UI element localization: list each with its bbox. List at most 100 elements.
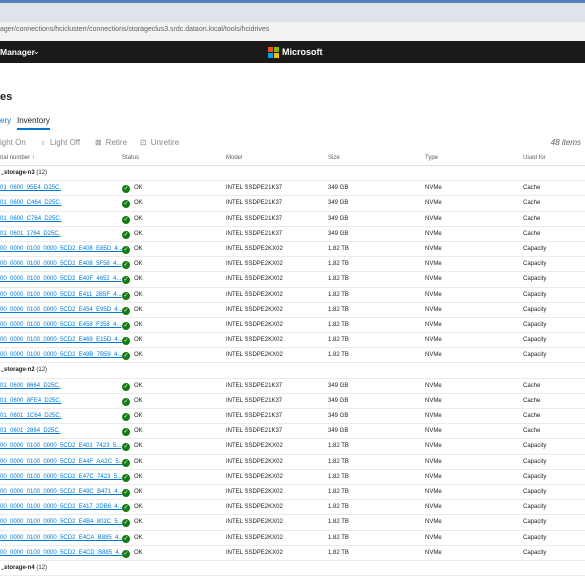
ok-check-icon: ✓: [122, 185, 130, 194]
serial-link[interactable]: 00_0000_0100_0000_5CD2_E408_E85D_4...: [0, 246, 123, 252]
used-for-cell: Capacity: [523, 534, 547, 541]
model-cell: INTEL SSDPE2KX02: [226, 352, 283, 359]
serial-link[interactable]: 00_0000_0100_0000_5CD2_E408_5F58_4...: [0, 261, 121, 267]
col-usedfor-header[interactable]: Used for: [523, 155, 546, 161]
size-cell: 1.82 TB: [328, 352, 349, 359]
serial-link[interactable]: 01_0600_C464_D25C.: [0, 200, 61, 206]
drives-table: ⌄ storage-n3 (12) 01_0600_95E4_D25C. ✓ OK IN…: [0, 166, 585, 577]
size-cell: 1.82 TB: [328, 443, 349, 450]
chevron-down-icon[interactable]: ⌄: [33, 47, 40, 56]
table-row[interactable]: 01_0601_2864_D25C. ✓ OK INTEL SSDPE21K37 349…: [0, 424, 585, 440]
browser-accent: [0, 0, 585, 3]
ok-check-icon: ✓: [122, 397, 130, 406]
serial-link[interactable]: 00_0000_0100_0000_5CD2_E4CA_B885_4...: [0, 535, 123, 541]
tab-inventory[interactable]: Inventory: [17, 116, 50, 130]
table-row[interactable]: 01_0600_8664_D25C. ✓ OK INTEL SSDPE21K37 349…: [0, 379, 585, 394]
table-row[interactable]: 00_0000_0100_0000_5CD2_E408_E85D_4... ✓ OK…: [0, 242, 585, 258]
table-row[interactable]: 00_0000_0100_0000_5CD2_E417_2DB6_4... ✓ OK…: [0, 500, 585, 516]
brand-text: Microsoft: [282, 47, 323, 57]
serial-link[interactable]: 01_0601_1C64_D25C.: [0, 413, 61, 419]
serial-link[interactable]: 00_0000_0100_0000_5CD2_E454_E95D_4...: [0, 307, 123, 313]
col-serial-header[interactable]: rial number ↑: [0, 155, 35, 161]
unretire-button[interactable]: ⊡ Unretire: [140, 138, 179, 147]
table-row[interactable]: 00_0000_0100_0000_5CD2_E44F_AA2C_5... ✓ OK…: [0, 455, 585, 470]
group-header[interactable]: ⌄ storage-n2 (12): [0, 363, 585, 379]
group-header[interactable]: ⌄ storage-n4 (12): [0, 561, 585, 577]
status-text: OK: [134, 428, 143, 435]
col-status-header[interactable]: Status: [122, 155, 139, 161]
table-row[interactable]: 01_0600_C464_D25C. ✓ OK INTEL SSDPE21K37 349…: [0, 196, 585, 212]
table-row[interactable]: 00_0000_0100_0000_5CD2_E408_5F58_4... ✓ OK…: [0, 257, 585, 273]
table-row[interactable]: 01_0600_95E4_D25C. ✓ OK INTEL SSDPE21K37 349…: [0, 181, 585, 197]
light-off-button[interactable]: ♁ Light Off: [40, 138, 80, 147]
used-for-cell: Cache: [523, 397, 541, 404]
model-cell: INTEL SSDPE2KX02: [226, 245, 283, 252]
model-cell: INTEL SSDPE2KX02: [226, 306, 283, 313]
table-row[interactable]: 00_0000_0100_0000_5CD2_E4B4_802C_5... ✓ OK…: [0, 515, 585, 531]
table-row[interactable]: 00_0000_0100_0000_5CD2_E47C_7423_5... ✓ OK…: [0, 470, 585, 485]
table-row[interactable]: 00_0000_0100_0000_5CD2_E49B_7B59_4... ✓ OK…: [0, 348, 585, 364]
serial-link[interactable]: 00_0000_0100_0000_5CD2_E44F_AA2C_5...: [0, 459, 124, 465]
table-row[interactable]: 00_0000_0100_0000_5CD2_E458_F358_4... ✓ OK…: [0, 318, 585, 334]
serial-link[interactable]: 01_0600_C764_D25C.: [0, 216, 61, 222]
serial-link[interactable]: 00_0000_0100_0000_5CD2_E417_2DB6_4...: [0, 504, 123, 510]
table-row[interactable]: 00_0000_0100_0000_5CD2_E4CA_B885_4... ✓ OK…: [0, 531, 585, 546]
status-text: OK: [134, 534, 143, 541]
app-header: Manager ⌄ Microsoft: [0, 41, 585, 63]
serial-link[interactable]: 00_0000_0100_0000_5CD2_E4B4_802C_5...: [0, 519, 123, 525]
retire-button[interactable]: ⊠ Retire: [95, 138, 127, 147]
light-on-button[interactable]: ight On: [0, 138, 26, 147]
serial-link[interactable]: 00_0000_0100_0000_5CD2_E401_7423_5...: [0, 443, 121, 449]
table-row[interactable]: 00_0000_0100_0000_5CD2_E411_2B5F_4... ✓ OK…: [0, 288, 585, 303]
serial-link[interactable]: 01_0600_8FE4_D25C.: [0, 398, 61, 404]
app-name[interactable]: Manager: [0, 47, 35, 57]
size-cell: 1.82 TB: [328, 488, 349, 495]
type-cell: NVMe: [425, 504, 442, 511]
serial-link[interactable]: 00_0000_0100_0000_5CD2_E458_F358_4...: [0, 322, 121, 328]
table-row[interactable]: 01_0601_1764_D25C. ✓ OK INTEL SSDPE21K37 349…: [0, 227, 585, 242]
status-text: OK: [134, 382, 143, 389]
serial-link[interactable]: 00_0000_0100_0000_5CD2_E47C_7423_5...: [0, 474, 122, 480]
status-text: OK: [134, 200, 143, 207]
col-size-header[interactable]: Size: [328, 155, 340, 161]
address-url[interactable]: ager/connections/hciclusterr/connections…: [0, 26, 269, 33]
tab-drives[interactable]: ery: [0, 116, 11, 125]
serial-link[interactable]: 01_0600_8664_D25C.: [0, 383, 60, 389]
model-cell: INTEL SSDPE2KX02: [226, 276, 283, 283]
serial-link[interactable]: 00_0000_0100_0000_5CD2_E40F_4652_4...: [0, 276, 121, 282]
ok-check-icon: ✓: [122, 200, 130, 209]
serial-link[interactable]: 01_0600_95E4_D25C.: [0, 185, 61, 191]
table-row[interactable]: 00_0000_0100_0000_5CD2_E454_E95D_4... ✓ OK…: [0, 303, 585, 318]
col-model-header[interactable]: Model: [226, 155, 242, 161]
ok-check-icon: ✓: [122, 382, 130, 391]
table-row[interactable]: 01_0600_8FE4_D25C. ✓ OK INTEL SSDPE21K37 349…: [0, 394, 585, 409]
table-row[interactable]: 01_0600_C764_D25C. ✓ OK INTEL SSDPE21K37 349…: [0, 212, 585, 227]
serial-link[interactable]: 00_0000_0100_0000_5CD2_E49C_B471_4...: [0, 489, 123, 495]
item-count: 48 items: [550, 138, 581, 147]
group-count: (12): [36, 564, 48, 571]
table-row[interactable]: 00_0000_0100_0000_5CD2_E49C_B471_4... ✓ OK…: [0, 485, 585, 501]
ok-check-icon: ✓: [122, 504, 130, 513]
type-cell: NVMe: [425, 230, 442, 237]
table-row[interactable]: 00_0000_0100_0000_5CD2_E4CD_B885_4... ✓ OK…: [0, 546, 585, 561]
lightbulb-icon: ♁: [40, 138, 46, 147]
table-row[interactable]: 01_0601_1C64_D25C. ✓ OK INTEL SSDPE21K37 349…: [0, 409, 585, 425]
table-row[interactable]: 00_0000_0100_0000_5CD2_E401_7423_5... ✓ OK…: [0, 439, 585, 455]
table-row[interactable]: 00_0000_0100_0000_5CD2_E469_E15D_4... ✓ OK…: [0, 333, 585, 349]
address-bar[interactable]: ager/connections/hciclusterr/connections…: [0, 22, 585, 42]
serial-link[interactable]: 00_0000_0100_0000_5CD2_E469_E15D_4...: [0, 337, 123, 343]
serial-link[interactable]: 01_0601_2864_D25C.: [0, 428, 60, 434]
serial-link[interactable]: 01_0601_1764_D25C.: [0, 231, 60, 237]
table-row[interactable]: 00_0000_0100_0000_5CD2_E40F_4652_4... ✓ OK…: [0, 272, 585, 288]
col-type-header[interactable]: Type: [425, 155, 438, 161]
serial-link[interactable]: 00_0000_0100_0000_5CD2_E411_2B5F_4...: [0, 292, 122, 298]
ok-check-icon: ✓: [122, 534, 130, 543]
used-for-cell: Capacity: [523, 352, 547, 359]
size-cell: 1.82 TB: [328, 549, 349, 556]
serial-link[interactable]: 00_0000_0100_0000_5CD2_E49B_7B59_4...: [0, 352, 122, 358]
group-header[interactable]: ⌄ storage-n3 (12): [0, 166, 585, 182]
type-cell: NVMe: [425, 473, 442, 480]
type-cell: NVMe: [425, 519, 442, 526]
serial-link[interactable]: 00_0000_0100_0000_5CD2_E4CD_B885_4...: [0, 550, 124, 556]
size-cell: 1.82 TB: [328, 458, 349, 465]
